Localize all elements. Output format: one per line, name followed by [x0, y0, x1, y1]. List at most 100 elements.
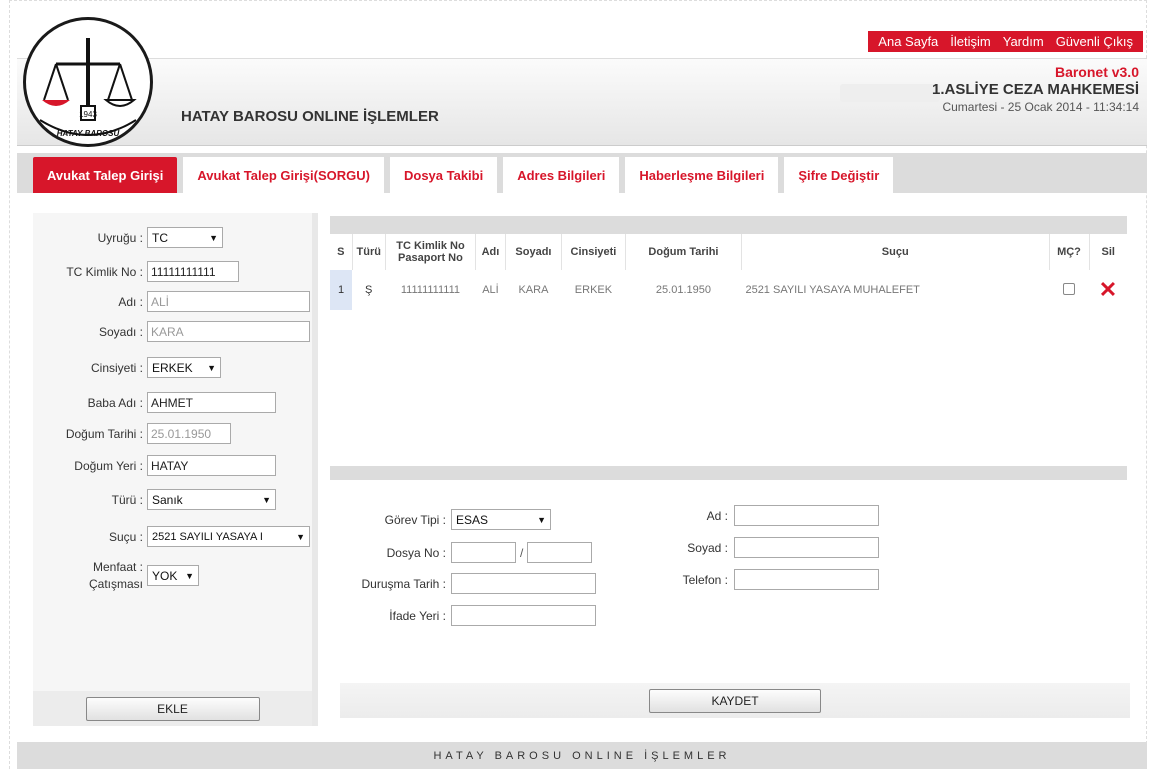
cinsiyeti-label: Cinsiyeti : — [90, 360, 143, 375]
uyrugu-value: TC — [152, 230, 168, 245]
tab-haberlesme-bilgileri[interactable]: Haberleşme Bilgileri — [625, 157, 779, 193]
turu-label: Türü : — [111, 492, 143, 507]
ad-input[interactable] — [734, 505, 879, 526]
ifade-yeri-input[interactable] — [451, 605, 596, 626]
durusma-tarih-input[interactable] — [451, 573, 596, 594]
col-s: S — [330, 234, 352, 270]
nav-home-link[interactable]: Ana Sayfa — [872, 34, 944, 49]
soyadi-input[interactable] — [147, 321, 310, 342]
cell-mc — [1049, 270, 1089, 310]
col-sucu: Suçu — [740, 234, 1049, 270]
current-datetime: Cumartesi - 25 Ocak 2014 - 11:34:14 — [942, 100, 1139, 114]
baba-adi-label: Baba Adı : — [87, 395, 143, 410]
save-button-bar: KAYDET — [340, 683, 1130, 718]
dogum-yeri-input[interactable] — [147, 455, 276, 476]
table-top-bar — [330, 216, 1127, 234]
cell-sil: ✕ — [1089, 270, 1127, 310]
bar-association-logo: 1943 HATAY BAROSU — [23, 17, 153, 147]
save-button[interactable]: KAYDET — [649, 688, 821, 713]
cell-sucu: 2521 SAYILI YASAYA MUHALEFET — [745, 284, 920, 296]
col-turu: Türü — [351, 234, 386, 270]
uyrugu-select[interactable]: TC ▼ — [147, 227, 223, 248]
sucu-select[interactable]: 2521 SAYILI YASAYA I ▼ — [147, 526, 310, 547]
chevron-down-icon: ▼ — [296, 531, 305, 542]
col-dogum: Doğum Tarihi — [624, 234, 742, 270]
ad-label: Ad : — [706, 508, 728, 523]
dosya-no-separator: / — [520, 545, 524, 560]
col-tc-text: TC Kimlik No Pasaport No — [396, 240, 465, 264]
nav-help-link[interactable]: Yardım — [997, 34, 1050, 49]
soyadi-label: Soyadı : — [98, 324, 143, 339]
add-button-bar: EKLE — [33, 691, 312, 726]
menfaat-value: YOK — [152, 568, 178, 583]
uyrugu-label: Uyruğu : — [97, 230, 143, 245]
blurred-username — [840, 84, 940, 102]
scales-of-justice-icon: 1943 HATAY BAROSU — [30, 24, 146, 140]
mc-checkbox[interactable] — [1063, 282, 1075, 295]
gorev-tipi-select[interactable]: ESAS ▼ — [451, 509, 551, 530]
app-version: Baronet v3.0 — [1054, 64, 1139, 80]
main-tabs: Avukat Talep Girişi Avukat Talep Girişi(… — [17, 153, 1147, 193]
menfaat-label-line1: Menfaat : — [92, 560, 143, 574]
col-soyadi: Soyadı — [504, 234, 562, 270]
chevron-down-icon: ▼ — [209, 232, 218, 243]
site-title: HATAY BAROSU ONLINE İŞLEMLER — [181, 108, 439, 125]
adi-input[interactable] — [147, 291, 310, 312]
telefon-input[interactable] — [734, 569, 879, 590]
dogum-tarihi-input[interactable] — [147, 423, 231, 444]
cinsiyeti-select[interactable]: ERKEK ▼ — [147, 357, 221, 378]
footer: HATAY BAROSU ONLINE İŞLEMLER — [17, 742, 1147, 769]
nav-logout-link[interactable]: Güvenli Çıkış — [1050, 34, 1139, 49]
dosya-no-year-input[interactable] — [451, 542, 516, 563]
brand-block: Baronet v3.0 1.ASLİYE CEZA MAHKEMESİ Cum… — [932, 64, 1139, 114]
col-cinsiyeti: Cinsiyeti — [560, 234, 626, 270]
tab-avukat-talep-girisi[interactable]: Avukat Talep Girişi — [33, 157, 178, 193]
col-adi: Adı — [474, 234, 506, 270]
tab-dosya-takibi[interactable]: Dosya Takibi — [389, 157, 498, 193]
person-form-panel: Uyruğu : TC ▼ TC Kimlik No : Adı : Soyadı… — [33, 213, 318, 726]
menfaat-label: Menfaat : Çatışması — [33, 559, 143, 593]
tab-adres-bilgileri[interactable]: Adres Bilgileri — [503, 157, 620, 193]
delete-x-icon[interactable]: ✕ — [1099, 277, 1117, 302]
col-tc: TC Kimlik No Pasaport No — [384, 234, 476, 270]
chevron-down-icon: ▼ — [537, 514, 546, 525]
cell-dogum: 25.01.1950 — [655, 284, 711, 296]
add-button[interactable]: EKLE — [85, 696, 260, 721]
chevron-down-icon: ▼ — [185, 570, 194, 581]
table-header-row: S Türü TC Kimlik No Pasaport No Adı Soya… — [330, 234, 1127, 270]
adi-label: Adı : — [118, 294, 143, 309]
chevron-down-icon: ▼ — [262, 494, 271, 505]
court-name: 1.ASLİYE CEZA MAHKEMESİ — [932, 81, 1139, 98]
cell-tc: 11111111111 — [400, 284, 461, 296]
durusma-tarih-label: Duruşma Tarih : — [361, 576, 446, 591]
turu-value: Sanık — [152, 492, 183, 507]
tab-sifre-degistir[interactable]: Şifre Değiştir — [784, 157, 894, 193]
cell-adi: ALİ — [482, 284, 499, 296]
svg-text:1943: 1943 — [79, 110, 97, 119]
cell-cinsiyeti: ERKEK — [574, 284, 613, 296]
tc-kimlik-input[interactable] — [147, 261, 239, 282]
table-bottom-bar — [330, 466, 1127, 480]
dosya-no-number-input[interactable] — [527, 542, 593, 563]
turu-select[interactable]: Sanık ▼ — [147, 489, 276, 510]
col-mc: MÇ? — [1048, 234, 1089, 270]
col-sil: Sil — [1088, 234, 1127, 270]
sucu-label: Suçu : — [108, 529, 143, 544]
cell-turu: Ş — [365, 284, 373, 296]
soyad-input[interactable] — [734, 537, 879, 558]
dogum-yeri-label: Doğum Yeri : — [74, 458, 143, 473]
nav-contact-link[interactable]: İletişim — [944, 34, 996, 49]
menfaat-select[interactable]: YOK ▼ — [147, 565, 199, 586]
cinsiyeti-value: ERKEK — [152, 360, 193, 375]
table-row[interactable]: 1 Ş 11111111111 ALİ KARA ERKEK 25.01.195… — [330, 270, 1127, 310]
soyad-label: Soyad : — [687, 540, 728, 555]
cell-s: 1 — [330, 270, 352, 310]
baba-adi-input[interactable] — [147, 392, 276, 413]
gorev-tipi-value: ESAS — [456, 512, 489, 527]
menfaat-label-line2: Çatışması — [88, 577, 143, 591]
tab-avukat-talep-sorgu[interactable]: Avukat Talep Girişi(SORGU) — [183, 157, 384, 193]
tc-label: TC Kimlik No : — [66, 264, 143, 279]
dosya-no-label: Dosya No : — [386, 545, 446, 560]
top-nav: Ana Sayfa İletişim Yardım Güvenli Çıkış — [868, 31, 1143, 52]
chevron-down-icon: ▼ — [207, 362, 216, 373]
